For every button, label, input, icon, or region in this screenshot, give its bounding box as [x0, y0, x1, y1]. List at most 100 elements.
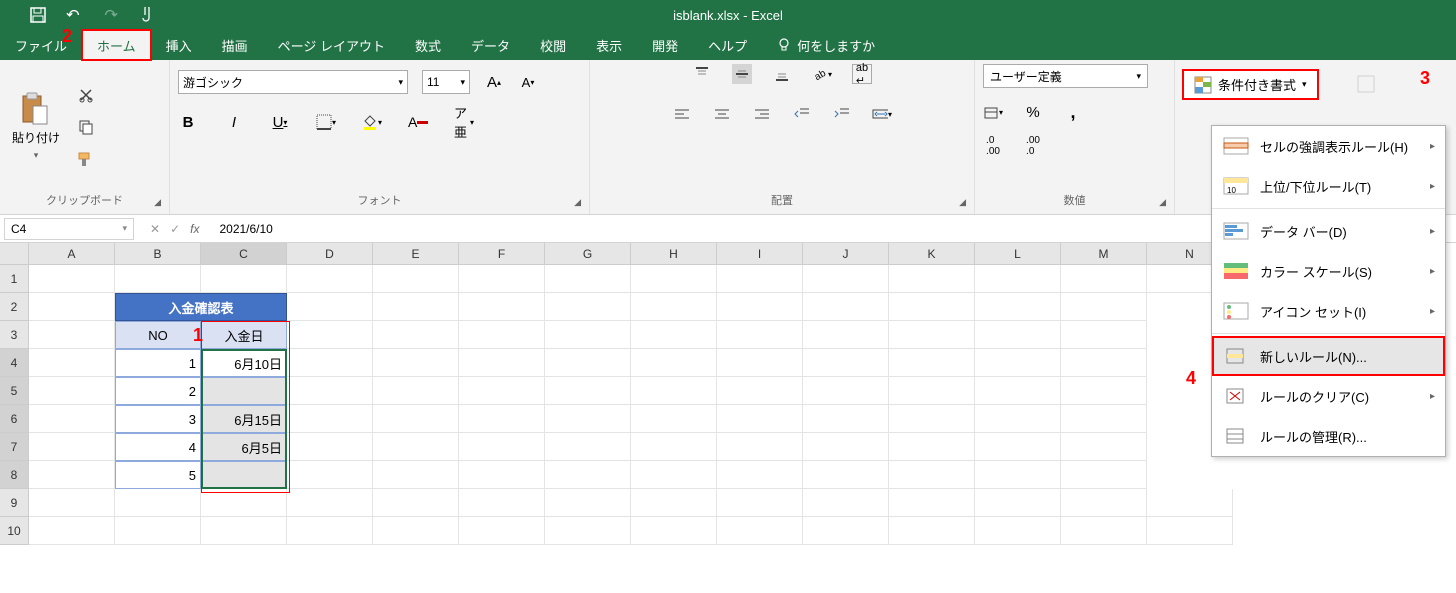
cell[interactable] — [287, 321, 373, 349]
cell[interactable] — [459, 321, 545, 349]
col-header[interactable]: L — [975, 243, 1061, 265]
cell[interactable]: 6月10日 — [201, 349, 287, 377]
tab-data[interactable]: データ — [456, 30, 525, 60]
tab-insert[interactable]: 挿入 — [151, 30, 207, 60]
paste-button[interactable]: 貼り付け ▾ — [8, 89, 64, 165]
cell[interactable] — [201, 489, 287, 517]
col-header[interactable]: M — [1061, 243, 1147, 265]
cell[interactable] — [631, 349, 717, 377]
cell[interactable] — [717, 293, 803, 321]
cell[interactable] — [373, 265, 459, 293]
cell[interactable] — [29, 265, 115, 293]
tab-page-layout[interactable]: ページ レイアウト — [263, 30, 400, 60]
cell[interactable] — [803, 461, 889, 489]
name-box[interactable]: C4▾ — [4, 218, 134, 240]
cell[interactable] — [373, 461, 459, 489]
cell[interactable] — [373, 321, 459, 349]
cell[interactable]: 2 — [115, 377, 201, 405]
cell[interactable]: 1 — [115, 349, 201, 377]
tab-home[interactable]: ホーム — [82, 30, 151, 60]
row-header[interactable]: 10 — [0, 517, 29, 545]
cell[interactable] — [201, 265, 287, 293]
cell[interactable]: 入金日 — [201, 321, 287, 349]
border-icon[interactable]: ▾ — [316, 112, 336, 132]
cell[interactable] — [459, 405, 545, 433]
increase-font-icon[interactable]: A▴ — [484, 72, 504, 92]
cell[interactable] — [545, 377, 631, 405]
cell[interactable] — [373, 517, 459, 545]
cell[interactable] — [29, 321, 115, 349]
cell[interactable] — [717, 433, 803, 461]
cell[interactable] — [975, 265, 1061, 293]
cell[interactable] — [889, 321, 975, 349]
percent-icon[interactable]: % — [1023, 102, 1043, 122]
decrease-indent-icon[interactable] — [792, 104, 812, 124]
cell[interactable] — [631, 489, 717, 517]
row-header[interactable]: 8 — [0, 461, 29, 489]
cell[interactable] — [545, 321, 631, 349]
cell[interactable] — [631, 517, 717, 545]
cell[interactable] — [29, 405, 115, 433]
col-header[interactable]: G — [545, 243, 631, 265]
cell[interactable] — [975, 405, 1061, 433]
cell[interactable] — [287, 489, 373, 517]
cell[interactable] — [287, 461, 373, 489]
fx-icon[interactable]: fx — [190, 222, 199, 236]
tab-help[interactable]: ヘルプ — [693, 30, 762, 60]
align-left-icon[interactable] — [672, 104, 692, 124]
cell[interactable] — [29, 461, 115, 489]
col-header[interactable]: H — [631, 243, 717, 265]
align-top-icon[interactable] — [692, 64, 712, 84]
cell[interactable] — [717, 265, 803, 293]
cell[interactable] — [545, 265, 631, 293]
dd-top-bottom[interactable]: 10 上位/下位ルール(T) ▸ — [1212, 166, 1445, 206]
number-format-select[interactable]: ユーザー定義▾ — [983, 64, 1148, 88]
cell[interactable] — [201, 517, 287, 545]
decrease-decimal-icon[interactable]: .00.0 — [1023, 136, 1043, 156]
italic-icon[interactable]: I — [224, 112, 244, 132]
cell[interactable] — [1061, 377, 1147, 405]
cell[interactable] — [287, 265, 373, 293]
cell[interactable] — [889, 293, 975, 321]
cell[interactable] — [975, 433, 1061, 461]
row-header[interactable]: 2 — [0, 293, 29, 321]
cell[interactable] — [287, 433, 373, 461]
cell[interactable] — [803, 489, 889, 517]
cell[interactable] — [631, 461, 717, 489]
cell[interactable] — [29, 433, 115, 461]
cell[interactable] — [631, 433, 717, 461]
align-right-icon[interactable] — [752, 104, 772, 124]
cell[interactable] — [975, 517, 1061, 545]
cell[interactable] — [803, 265, 889, 293]
cell[interactable] — [373, 377, 459, 405]
cell[interactable] — [545, 433, 631, 461]
cell[interactable] — [287, 293, 373, 321]
cell[interactable] — [717, 321, 803, 349]
tab-review[interactable]: 校閲 — [525, 30, 581, 60]
decrease-font-icon[interactable]: A▾ — [518, 72, 538, 92]
cell[interactable] — [545, 349, 631, 377]
cell[interactable] — [975, 489, 1061, 517]
cell[interactable] — [1061, 405, 1147, 433]
cell[interactable] — [889, 517, 975, 545]
col-header[interactable]: E — [373, 243, 459, 265]
cell[interactable] — [201, 377, 287, 405]
merge-icon[interactable]: ▾ — [872, 104, 892, 124]
copy-icon[interactable] — [76, 117, 96, 137]
cell[interactable] — [373, 349, 459, 377]
row-header[interactable]: 9 — [0, 489, 29, 517]
cell[interactable] — [1061, 293, 1147, 321]
undo-icon[interactable] — [66, 7, 82, 23]
launcher-icon[interactable]: ◢ — [574, 197, 581, 208]
cell[interactable] — [115, 489, 201, 517]
increase-decimal-icon[interactable]: .0.00 — [983, 136, 1003, 156]
cell[interactable] — [975, 461, 1061, 489]
cell[interactable] — [115, 517, 201, 545]
launcher-icon[interactable]: ◢ — [154, 197, 161, 208]
orientation-icon[interactable]: ab ▾ — [812, 64, 832, 84]
dd-color-scales[interactable]: カラー スケール(S) ▸ — [1212, 251, 1445, 291]
dd-highlight-rules[interactable]: セルの強調表示ルール(H) ▸ — [1212, 126, 1445, 166]
cell[interactable] — [459, 349, 545, 377]
select-all-corner[interactable] — [0, 243, 29, 265]
col-header[interactable]: J — [803, 243, 889, 265]
